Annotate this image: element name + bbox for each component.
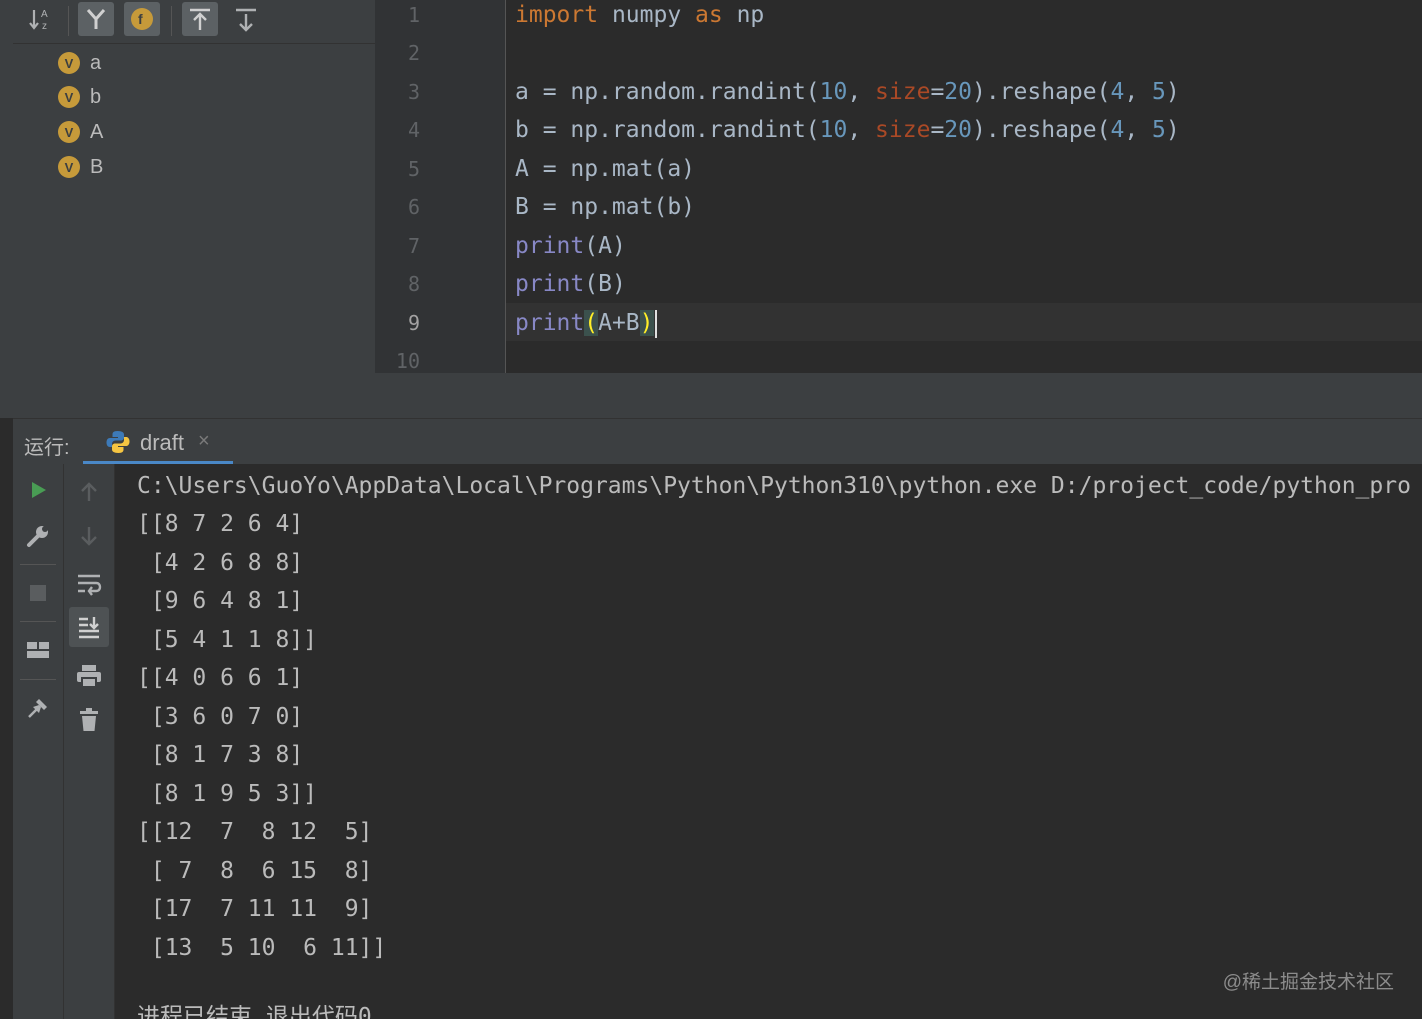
show-fields-icon[interactable]: f	[124, 2, 160, 36]
run-tab-draft[interactable]: draft ×	[83, 419, 233, 465]
console-line: [[12 7 8 12 5]	[137, 819, 373, 845]
close-tab-icon[interactable]: ×	[198, 430, 210, 453]
show-inherited-icon[interactable]	[78, 2, 114, 36]
console-output[interactable]: C:\Users\GuoYo\AppData\Local\Programs\Py…	[115, 464, 1422, 1019]
structure-panel: Az f V a V b V A V B	[13, 0, 375, 418]
line-number: 1	[407, 3, 420, 27]
stop-icon[interactable]	[13, 573, 63, 613]
code-line-5: A = np.mat(a)	[515, 156, 696, 182]
variable-name: a	[90, 51, 102, 74]
console-line: [13 5 10 6 11]]	[137, 935, 387, 961]
line-number: 6	[407, 195, 420, 219]
line-number-current: 9	[407, 311, 420, 335]
code-editor[interactable]: 1 2 3 4 5 6 7 8 9 10 import numpy as np …	[375, 0, 1422, 373]
down-arrow-icon[interactable]	[64, 516, 114, 556]
line-number: 10	[395, 349, 420, 373]
console-exit-line: 进程已结束,退出代码0	[137, 1004, 372, 1019]
console-line: [[8 7 2 6 4]	[137, 511, 304, 537]
variable-item-B[interactable]: V B	[58, 153, 103, 181]
up-arrow-icon[interactable]	[64, 472, 114, 512]
console-line: [[4 0 6 6 1]	[137, 665, 304, 691]
python-icon	[106, 431, 130, 453]
console-line: [4 2 6 8 8]	[137, 550, 304, 576]
run-panel-header: 运行: draft ×	[13, 418, 1422, 465]
rerun-icon[interactable]	[13, 470, 63, 510]
scroll-to-end-icon[interactable]	[69, 607, 109, 647]
wrench-icon[interactable]	[13, 516, 63, 556]
code-line-6: B = np.mat(b)	[515, 194, 696, 220]
line-number: 5	[407, 157, 420, 181]
line-number-gutter: 1 2 3 4 5 6 7 8 9 10	[375, 0, 506, 373]
run-toolbar-primary	[13, 464, 64, 1019]
svg-text:z: z	[42, 21, 47, 32]
variable-name: A	[90, 120, 104, 143]
svg-text:A: A	[41, 9, 48, 20]
code-line-7: print(A)	[515, 233, 626, 259]
run-toolbar-secondary	[64, 464, 115, 1019]
code-line-3: a = np.random.randint(10, size=20).resha…	[515, 79, 1180, 105]
code-line-9: print(A+B)	[515, 308, 657, 338]
watermark: @稀土掘金技术社区	[1222, 972, 1394, 993]
trash-icon[interactable]	[64, 700, 114, 740]
sort-alpha-icon[interactable]: Az	[23, 2, 59, 36]
print-icon[interactable]	[64, 656, 114, 696]
console-line: C:\Users\GuoYo\AppData\Local\Programs\Py…	[137, 473, 1411, 499]
line-number: 2	[407, 41, 420, 65]
line-number: 3	[407, 80, 420, 104]
console-line: [17 7 11 11 9]	[137, 896, 373, 922]
console-line: [ 7 8 6 15 8]	[137, 858, 373, 884]
variable-icon: V	[58, 121, 80, 143]
code-line-1: import numpy as np	[515, 2, 765, 28]
console-line: [3 6 0 7 0]	[137, 704, 304, 730]
text-caret	[654, 309, 657, 338]
line-number: 7	[407, 234, 420, 258]
collapse-all-icon[interactable]	[228, 2, 264, 36]
console-line: [8 1 9 5 3]]	[137, 781, 318, 807]
line-number: 8	[407, 272, 420, 296]
run-label: 运行:	[24, 437, 70, 459]
pin-icon[interactable]	[13, 688, 63, 728]
layout-icon[interactable]	[13, 630, 63, 670]
variable-item-A[interactable]: V A	[58, 118, 103, 146]
svg-text:f: f	[138, 11, 143, 27]
variable-name: b	[90, 85, 102, 108]
console-line: [5 4 1 1 8]]	[137, 627, 318, 653]
variable-icon: V	[58, 86, 80, 108]
code-line-4: b = np.random.randint(10, size=20).resha…	[515, 117, 1180, 143]
variable-item-a[interactable]: V a	[58, 49, 101, 77]
soft-wrap-icon[interactable]	[64, 564, 114, 604]
console-line: [9 6 4 8 1]	[137, 588, 304, 614]
left-tool-strip	[0, 0, 14, 418]
line-number: 4	[407, 118, 420, 142]
variable-item-b[interactable]: V b	[58, 83, 101, 111]
code-line-8: print(B)	[515, 271, 626, 297]
variable-icon: V	[58, 52, 80, 74]
expand-all-icon[interactable]	[182, 2, 218, 36]
variable-name: B	[90, 155, 104, 178]
variable-icon: V	[58, 156, 80, 178]
structure-toolbar: Az f	[13, 0, 375, 44]
console-line: [8 1 7 3 8]	[137, 742, 304, 768]
editor-bottom-area	[375, 373, 1422, 418]
run-tab-label: draft	[140, 430, 185, 455]
